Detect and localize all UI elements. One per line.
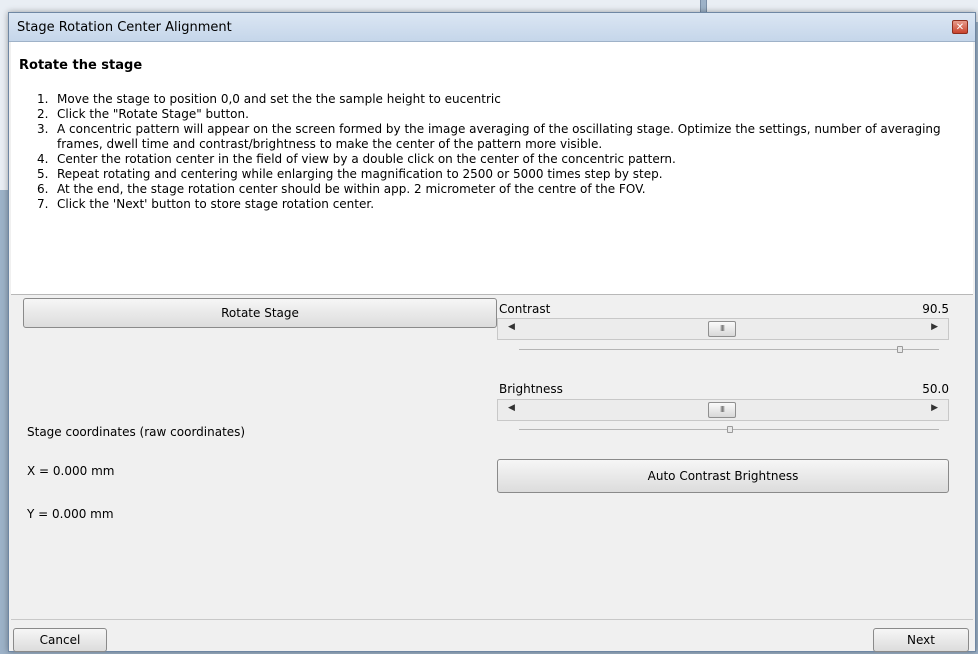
brightness-slider-thumb[interactable] bbox=[727, 426, 733, 433]
contrast-label: Contrast bbox=[499, 302, 551, 316]
brightness-value: 50.0 bbox=[922, 382, 949, 396]
instruction-step: 2. Click the "Rotate Stage" button. bbox=[37, 107, 249, 121]
contrast-slider[interactable] bbox=[519, 346, 939, 353]
instruction-step: 7. Click the 'Next' button to store stage… bbox=[37, 197, 375, 211]
brightness-scrollbar[interactable]: ◀ III ▶ bbox=[497, 399, 949, 421]
close-icon[interactable]: ✕ bbox=[952, 20, 968, 34]
contrast-scroll-thumb[interactable]: III bbox=[708, 321, 736, 337]
contrast-value: 90.5 bbox=[922, 302, 949, 316]
instruction-step: 6. At the end, the stage rotation center … bbox=[37, 182, 646, 196]
instructions-heading: Rotate the stage bbox=[19, 58, 143, 73]
instruction-step: 1. Move the stage to position 0,0 and set… bbox=[37, 92, 501, 106]
scroll-right-icon[interactable]: ▶ bbox=[931, 403, 938, 413]
brightness-slider[interactable] bbox=[519, 426, 939, 433]
brightness-label: Brightness bbox=[499, 382, 563, 396]
title-bar[interactable]: Stage Rotation Center Alignment ✕ bbox=[9, 13, 975, 42]
x-coordinate: X = 0.000 mm bbox=[27, 464, 115, 478]
instruction-step: 3. A concentric pattern will appear on th… bbox=[37, 122, 941, 151]
auto-contrast-brightness-button[interactable]: Auto Contrast Brightness bbox=[497, 459, 949, 493]
cancel-button[interactable]: Cancel bbox=[13, 628, 107, 652]
instruction-step: 5. Repeat rotating and centering while en… bbox=[37, 167, 663, 181]
scroll-left-icon[interactable]: ◀ bbox=[508, 403, 515, 413]
contrast-slider-thumb[interactable] bbox=[897, 346, 903, 353]
scroll-left-icon[interactable]: ◀ bbox=[508, 322, 515, 332]
next-button[interactable]: Next bbox=[873, 628, 969, 652]
dialog-title: Stage Rotation Center Alignment bbox=[17, 20, 232, 35]
instruction-steps: 1. Move the stage to position 0,0 and set… bbox=[27, 92, 957, 212]
brightness-scroll-thumb[interactable]: III bbox=[708, 402, 736, 418]
stage-rotation-dialog: Stage Rotation Center Alignment ✕ Rotate… bbox=[8, 12, 976, 652]
instruction-step: 4. Center the rotation center in the fiel… bbox=[37, 152, 676, 166]
scroll-right-icon[interactable]: ▶ bbox=[931, 322, 938, 332]
contrast-scrollbar[interactable]: ◀ III ▶ bbox=[497, 318, 949, 340]
y-coordinate: Y = 0.000 mm bbox=[27, 507, 114, 521]
instructions-panel: Rotate the stage 1. Move the stage to pos… bbox=[11, 42, 973, 295]
coordinates-heading: Stage coordinates (raw coordinates) bbox=[27, 425, 246, 439]
footer-divider bbox=[11, 619, 973, 620]
rotate-stage-button[interactable]: Rotate Stage bbox=[23, 298, 497, 328]
